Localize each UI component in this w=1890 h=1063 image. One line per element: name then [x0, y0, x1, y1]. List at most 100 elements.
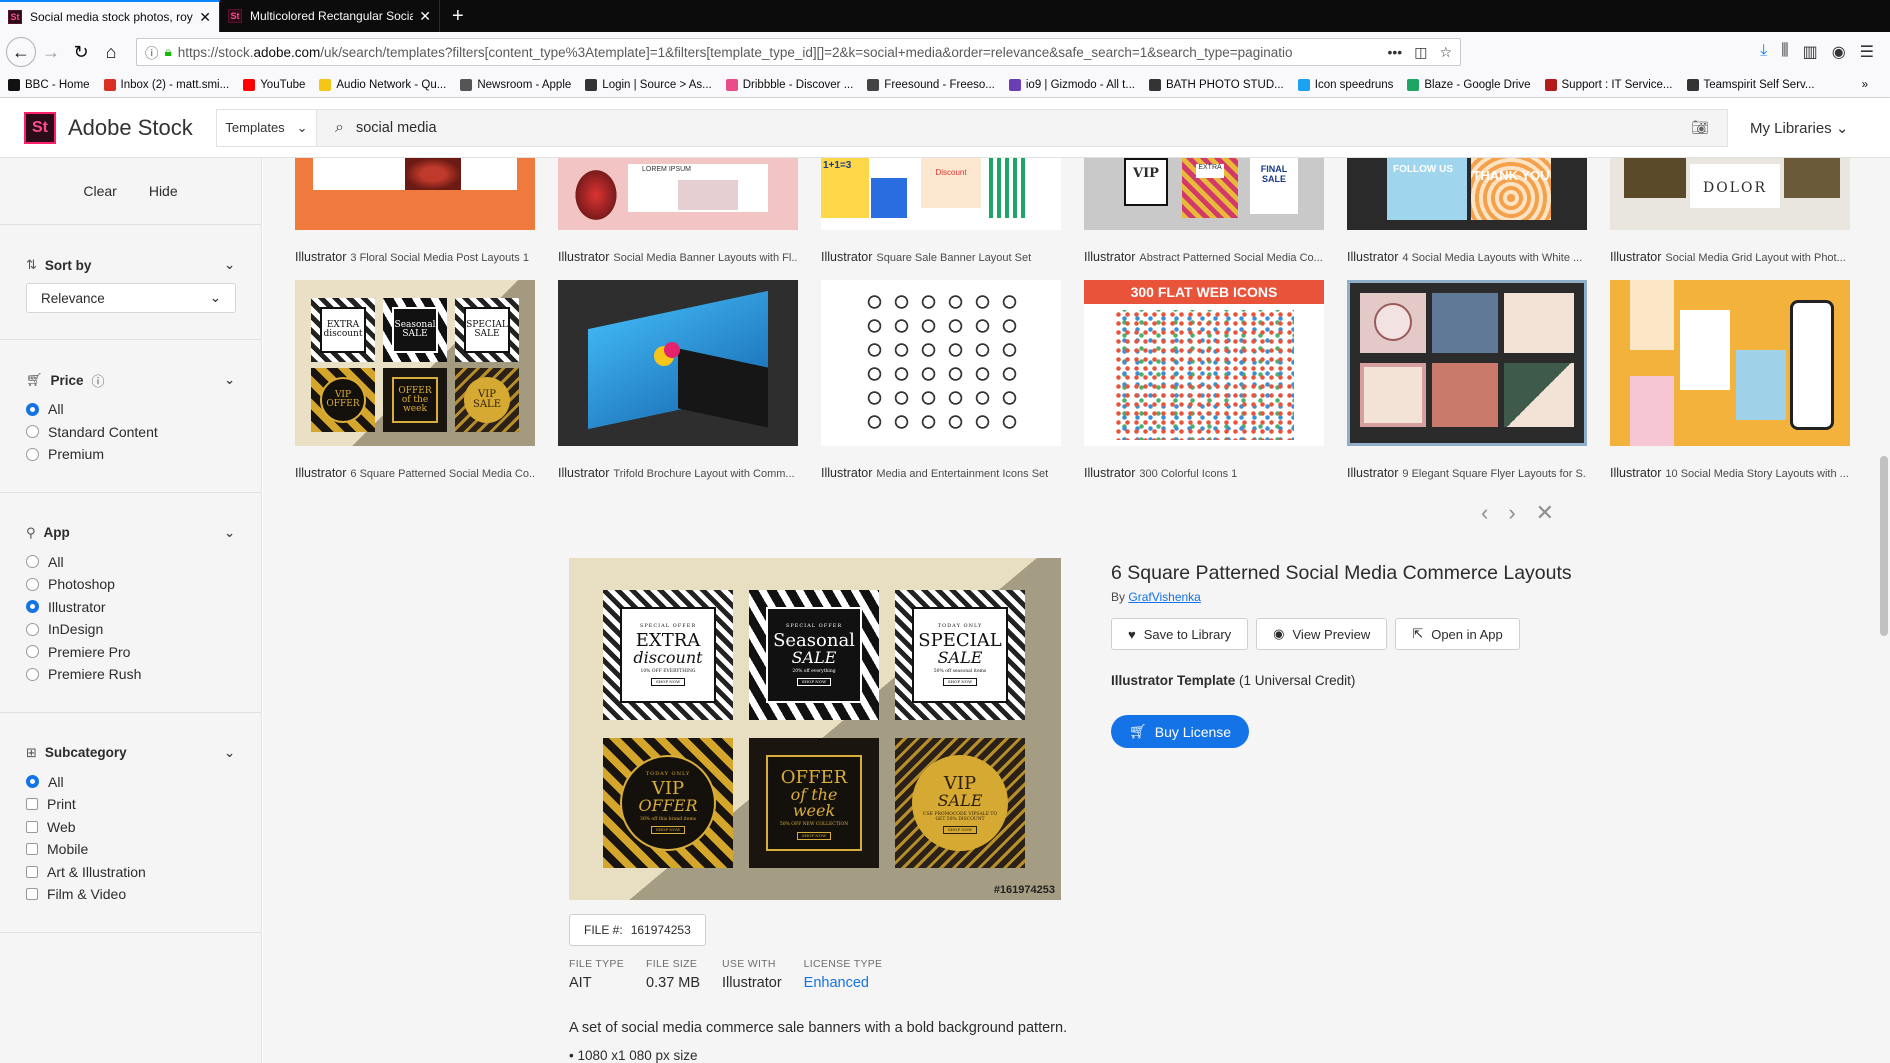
- forward-button[interactable]: →: [36, 37, 66, 67]
- result-caption[interactable]: Illustrator Abstract Patterned Social Med…: [1084, 250, 1324, 264]
- reload-button[interactable]: ↻: [66, 37, 96, 67]
- result-thumbnail[interactable]: 1+1=3 Discount: [821, 158, 1061, 230]
- open-in-app-button[interactable]: ⇱ Open in App: [1395, 618, 1520, 650]
- page-actions-icon[interactable]: •••: [1387, 44, 1402, 60]
- result-caption[interactable]: Illustrator Media and Entertainment Icons…: [821, 466, 1061, 480]
- metadata-value[interactable]: Enhanced: [804, 975, 883, 991]
- app-option[interactable]: Premiere Rush: [26, 663, 235, 686]
- app-option[interactable]: InDesign: [26, 618, 235, 641]
- search-input[interactable]: social media: [356, 120, 1691, 136]
- result-card[interactable]: [1610, 280, 1850, 446]
- result-card[interactable]: 300 FLAT WEB ICONS: [1084, 280, 1324, 446]
- result-caption[interactable]: Illustrator 300 Colorful Icons 1: [1084, 466, 1324, 480]
- asset-type-select[interactable]: Templates ⌄: [217, 109, 317, 146]
- subcategory-option[interactable]: All: [26, 771, 235, 794]
- price-option[interactable]: All: [26, 398, 235, 421]
- clear-filters-button[interactable]: Clear: [83, 183, 116, 199]
- lock-icon[interactable]: 🔒︎: [165, 44, 172, 60]
- result-card[interactable]: LOREM IPSUM: [558, 158, 798, 230]
- home-button[interactable]: ⌂: [96, 37, 126, 67]
- adobe-stock-logo[interactable]: St Adobe Stock: [24, 111, 214, 144]
- checkbox[interactable]: [26, 798, 38, 811]
- menu-icon[interactable]: ☰: [1860, 42, 1874, 62]
- subcategory-option[interactable]: Film & Video: [26, 883, 235, 906]
- bookmark-item[interactable]: BBC - Home: [8, 78, 90, 91]
- result-caption[interactable]: Illustrator Square Sale Banner Layout Set: [821, 250, 1061, 264]
- camera-search-icon[interactable]: 📷︎: [1691, 119, 1709, 136]
- result-card[interactable]: [558, 280, 798, 446]
- close-tab-icon[interactable]: ✕: [419, 8, 431, 25]
- result-caption[interactable]: Illustrator Social Media Grid Layout with…: [1610, 250, 1850, 264]
- result-card[interactable]: 1+1=3 Discount: [821, 158, 1061, 230]
- account-icon[interactable]: ◉: [1832, 42, 1846, 62]
- bookmark-item[interactable]: Audio Network - Qu...: [319, 78, 446, 91]
- result-card[interactable]: FOLLOW US THANK YOU: [1347, 158, 1587, 230]
- browser-tab-2[interactable]: St Multicolored Rectangular Social ✕: [220, 0, 440, 32]
- price-option[interactable]: Standard Content: [26, 421, 235, 444]
- radio-button[interactable]: [26, 645, 39, 659]
- checkbox[interactable]: [26, 888, 38, 901]
- radio-button[interactable]: [26, 402, 39, 416]
- bookmark-item[interactable]: Dribbble - Discover ...: [725, 78, 853, 91]
- result-card[interactable]: EXTRA discount Seasonal SALE SPECIAL SALE V…: [295, 280, 535, 446]
- subcategory-option[interactable]: Print: [26, 793, 235, 816]
- bookmark-item[interactable]: BATH PHOTO STUD...: [1148, 78, 1284, 91]
- browser-tab-1[interactable]: St Social media stock photos, royalt ✕: [0, 0, 220, 32]
- result-caption[interactable]: Illustrator 9 Elegant Square Flyer Layout…: [1347, 466, 1587, 480]
- result-caption[interactable]: Illustrator Social Media Banner Layouts w…: [558, 250, 798, 264]
- result-caption[interactable]: Illustrator 4 Social Media Layouts with W…: [1347, 250, 1587, 264]
- radio-button[interactable]: [26, 577, 39, 591]
- sidebar-toggle-icon[interactable]: ▥: [1803, 42, 1818, 62]
- result-thumbnail[interactable]: [1347, 280, 1587, 446]
- sort-header[interactable]: ⇅ Sort by ⌄: [26, 247, 235, 283]
- radio-button[interactable]: [26, 667, 39, 681]
- radio-button[interactable]: [26, 425, 39, 439]
- result-card[interactable]: DOLOR: [1610, 158, 1850, 230]
- result-thumbnail[interactable]: EXTRA discount Seasonal SALE SPECIAL SALE V…: [295, 280, 535, 446]
- result-card[interactable]: [821, 280, 1061, 446]
- bookmark-item[interactable]: Support : IT Service...: [1544, 78, 1673, 91]
- result-card[interactable]: [1347, 280, 1587, 446]
- sort-dropdown[interactable]: Relevance ⌄: [26, 283, 236, 313]
- scrollbar-thumb[interactable]: [1880, 456, 1888, 636]
- result-caption[interactable]: Illustrator 10 Social Media Story Layouts…: [1610, 466, 1850, 480]
- radio-button[interactable]: [26, 622, 39, 636]
- checkbox[interactable]: [26, 820, 38, 833]
- app-option[interactable]: All: [26, 551, 235, 574]
- result-thumbnail[interactable]: 300 FLAT WEB ICONS: [1084, 280, 1324, 446]
- subcategory-option[interactable]: Art & Illustration: [26, 861, 235, 884]
- app-option[interactable]: Illustrator: [26, 596, 235, 619]
- hide-filters-button[interactable]: Hide: [149, 183, 178, 199]
- result-thumbnail[interactable]: [295, 158, 535, 230]
- info-icon[interactable]: ⓘ: [145, 42, 159, 62]
- author-link[interactable]: GrafVishenka: [1128, 590, 1201, 604]
- back-button[interactable]: ←: [6, 37, 36, 67]
- view-preview-button[interactable]: ◉ View Preview: [1256, 618, 1388, 650]
- bookmark-item[interactable]: Freesound - Freeso...: [867, 78, 995, 91]
- result-thumbnail[interactable]: [558, 280, 798, 446]
- url-text[interactable]: https://stock.adobe.com/uk/search/templa…: [178, 45, 1376, 60]
- bookmark-item[interactable]: Inbox (2) - matt.smi...: [103, 78, 229, 91]
- bookmark-item[interactable]: io9 | Gizmodo - All t...: [1008, 78, 1135, 91]
- bookmark-item[interactable]: YouTube: [243, 78, 305, 91]
- more-bookmarks-icon[interactable]: »: [1862, 79, 1868, 91]
- subcategory-option[interactable]: Mobile: [26, 838, 235, 861]
- app-option[interactable]: Photoshop: [26, 573, 235, 596]
- checkbox[interactable]: [26, 865, 38, 878]
- result-caption[interactable]: Illustrator 3 Floral Social Media Post La…: [295, 250, 535, 264]
- bookmark-item[interactable]: Blaze - Google Drive: [1407, 78, 1531, 91]
- result-thumbnail[interactable]: LOREM IPSUM: [558, 158, 798, 230]
- my-libraries-button[interactable]: My Libraries ⌄: [1750, 119, 1848, 137]
- radio-button[interactable]: [26, 775, 39, 789]
- result-card[interactable]: [295, 158, 535, 230]
- subcategory-option[interactable]: Web: [26, 816, 235, 839]
- previous-icon[interactable]: ‹: [1481, 500, 1488, 526]
- price-header[interactable]: 🛒︎ Price ⓘ ⌄: [26, 362, 235, 398]
- close-tab-icon[interactable]: ✕: [199, 9, 211, 26]
- result-card[interactable]: VIP EXTRA FINAL SALE: [1084, 158, 1324, 230]
- app-header[interactable]: ⚲ App ⌄: [26, 515, 235, 551]
- checkbox[interactable]: [26, 843, 38, 856]
- app-option[interactable]: Premiere Pro: [26, 641, 235, 664]
- price-option[interactable]: Premium: [26, 443, 235, 466]
- save-to-library-button[interactable]: ♥ Save to Library: [1111, 618, 1249, 650]
